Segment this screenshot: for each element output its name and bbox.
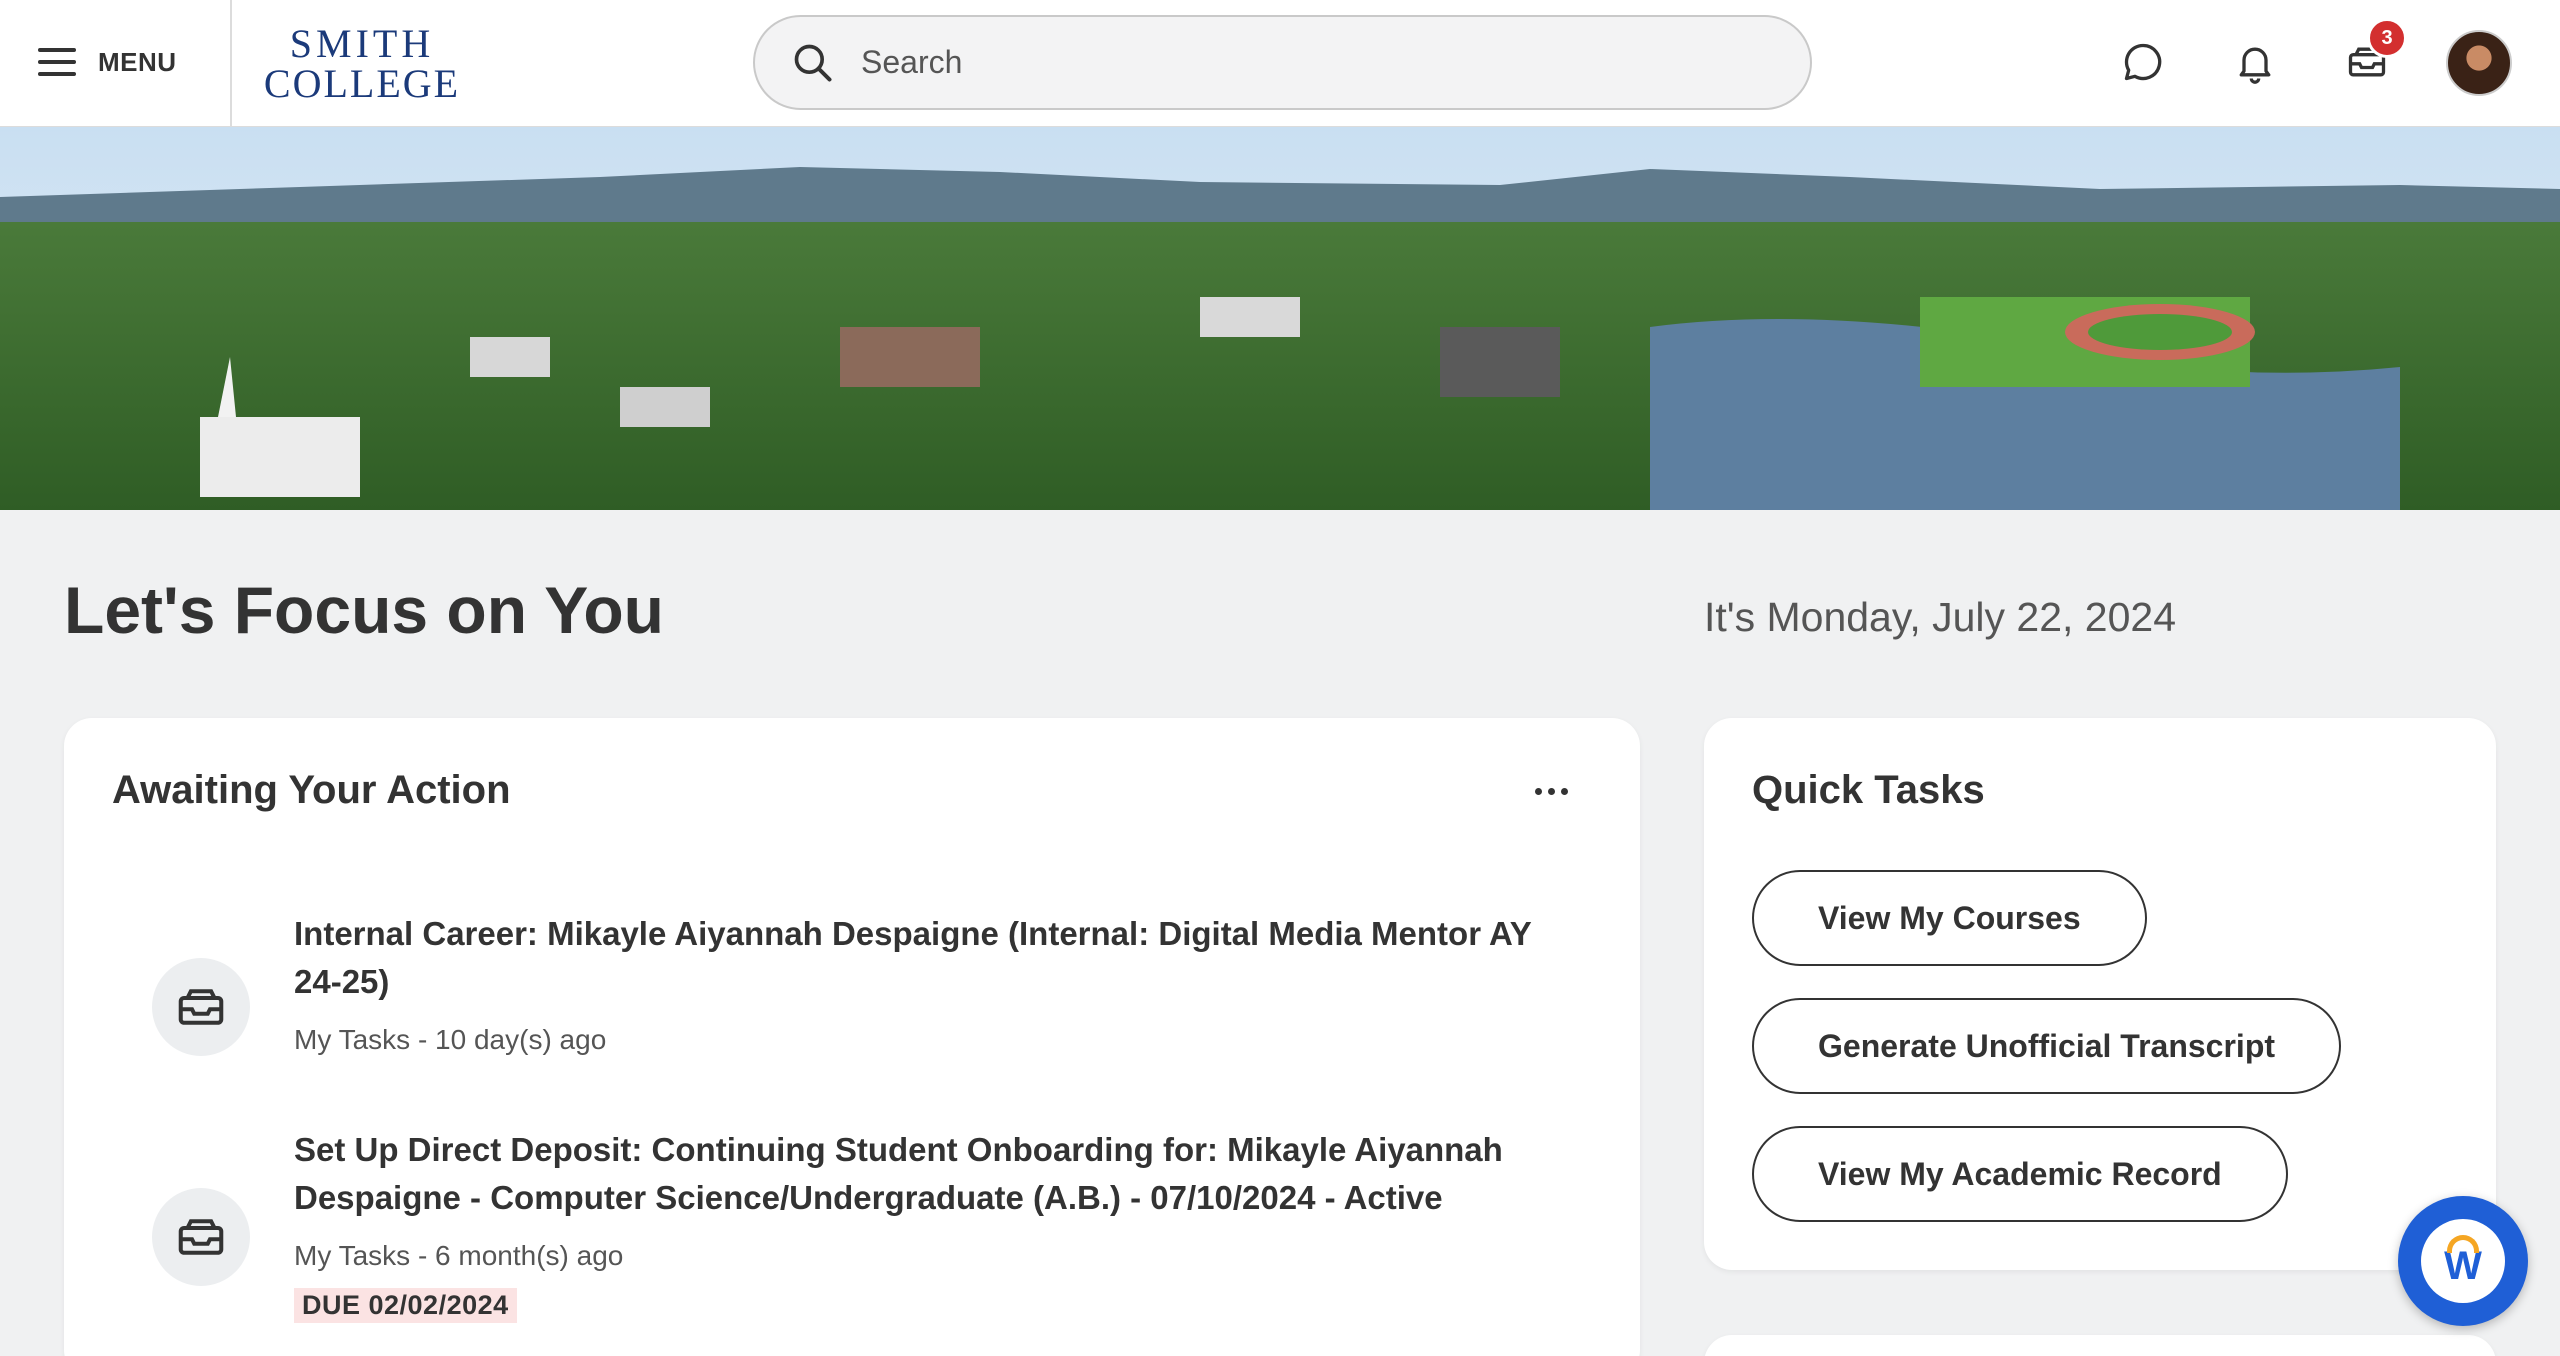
current-date: It's Monday, July 22, 2024 (1704, 594, 2177, 640)
task-title[interactable]: Internal Career: Mikayle Aiyannah Despai… (294, 910, 1534, 1006)
menu-button[interactable]: MENU (38, 40, 177, 84)
dot-icon (1535, 788, 1542, 795)
more-options-button[interactable] (1527, 780, 1576, 803)
hamburger-icon (38, 48, 76, 76)
inbox-tray-icon (152, 958, 250, 1056)
dot-icon (1561, 788, 1568, 795)
dot-icon (1548, 788, 1555, 795)
due-date-badge: DUE 02/02/2024 (294, 1288, 517, 1323)
menu-label: MENU (98, 46, 177, 77)
logo-line-2: COLLEGE (263, 61, 461, 106)
avatar[interactable] (2446, 30, 2512, 96)
quick-tasks-card: Quick Tasks View My Courses Generate Uno… (1704, 718, 2496, 1270)
search-icon (794, 44, 832, 82)
campus-banner-image (0, 127, 2560, 510)
task-title[interactable]: Set Up Direct Deposit: Continuing Studen… (294, 1126, 1534, 1222)
next-card (1704, 1335, 2496, 1356)
task-body: Internal Career: Mikayle Aiyannah Despai… (294, 910, 1534, 1056)
generate-unofficial-transcript-button[interactable]: Generate Unofficial Transcript (1752, 998, 2342, 1094)
view-my-courses-button[interactable]: View My Courses (1752, 870, 2147, 966)
quick-tasks-title: Quick Tasks (1752, 768, 1985, 812)
smith-college-logo[interactable]: SMITH COLLEGE (262, 24, 462, 104)
top-bar: MENU SMITH COLLEGE 3 (0, 0, 2560, 127)
search-bar[interactable] (753, 15, 1812, 110)
workday-assistant-button[interactable]: W (2398, 1196, 2528, 1326)
workday-assistant-icon: W (2421, 1219, 2505, 1303)
page-title: Let's Focus on You (64, 573, 664, 647)
inbox-tray-icon (152, 1188, 250, 1286)
task-meta: My Tasks - 10 day(s) ago (294, 1024, 607, 1055)
bell-icon (2239, 47, 2271, 84)
awaiting-action-card: Awaiting Your Action Internal Career: Mi… (64, 718, 1640, 1356)
notifications-button[interactable] (2229, 36, 2281, 88)
logo-line-1: SMITH (289, 21, 435, 66)
task-meta: My Tasks - 6 month(s) ago (294, 1240, 624, 1271)
chat-icon (2124, 43, 2162, 81)
task-body: Set Up Direct Deposit: Continuing Studen… (294, 1126, 1534, 1323)
view-my-academic-record-button[interactable]: View My Academic Record (1752, 1126, 2288, 1222)
search-input[interactable] (861, 44, 1761, 81)
awaiting-action-title: Awaiting Your Action (112, 768, 511, 812)
inbox-badge: 3 (2367, 18, 2407, 58)
header-divider (230, 0, 232, 127)
chat-button[interactable] (2117, 36, 2169, 88)
inbox-button[interactable]: 3 (2341, 18, 2407, 88)
